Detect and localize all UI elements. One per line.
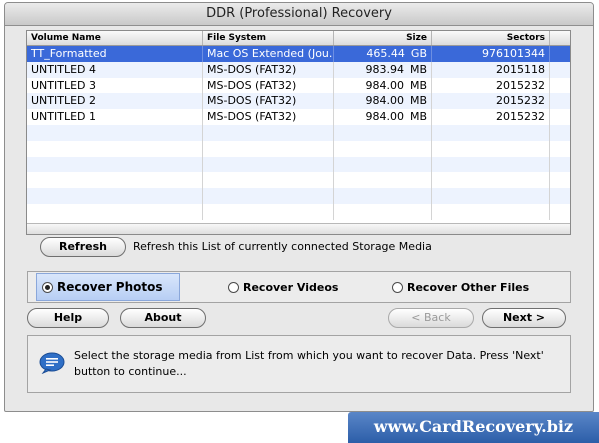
size-value: 983.94 [365,62,404,76]
recovery-type-group: Recover Photos Recover Videos Recover Ot… [27,271,571,303]
empty-row [27,172,570,189]
size-unit: MB [409,110,427,124]
radio-unselected-icon [228,282,239,293]
size-unit: GB [410,47,427,60]
empty-row [27,188,570,204]
column-header-file-system[interactable]: File System [203,31,334,45]
size-unit: MB [409,62,427,76]
cell-sectors: 2015232 [432,93,550,110]
website-banner: www.CardRecovery.biz [348,412,599,443]
help-button[interactable]: Help [27,308,109,328]
cell-file-system: MS-DOS (FAT32) [203,93,334,110]
table-row[interactable]: UNTITLED 4 MS-DOS (FAT32) 983.94 MB 20151… [27,61,570,78]
cell-sectors: 2015232 [432,109,550,125]
cell-size: 465.44 GB [334,46,432,62]
cell-volume-name: UNTITLED 2 [27,93,203,110]
cell-sectors: 2015232 [432,77,550,94]
next-button[interactable]: Next > [482,308,566,328]
empty-row [27,156,570,173]
size-value: 984.00 [365,94,404,108]
horizontal-scrollbar[interactable] [27,223,570,234]
table-row[interactable]: UNTITLED 2 MS-DOS (FAT32) 984.00 MB 20152… [27,93,570,110]
cell-sectors: 976101344 [432,46,550,62]
radio-unselected-icon [392,282,403,293]
table-row[interactable]: UNTITLED 1 MS-DOS (FAT32) 984.00 MB 20152… [27,109,570,125]
recover-photos-label: Recover Photos [57,280,163,294]
table-row[interactable]: UNTITLED 3 MS-DOS (FAT32) 984.00 MB 20152… [27,77,570,94]
cell-volume-name: UNTITLED 1 [27,109,203,125]
size-value: 465.44 [366,47,405,60]
empty-row [27,203,570,220]
recover-photos-radio[interactable]: Recover Photos [42,280,163,294]
column-header-sectors[interactable]: Sectors [432,31,550,45]
main-window: DDR (Professional) Recovery Volume Name … [4,2,594,412]
radio-selected-icon [42,281,53,293]
cell-volume-name: UNTITLED 3 [27,77,203,94]
cell-size: 984.00 MB [334,77,432,94]
refresh-description: Refresh this List of currently connected… [133,240,432,253]
table-row[interactable]: TT_Formatted Mac OS Extended (Jou... 465… [27,46,570,62]
cell-volume-name: UNTITLED 4 [27,61,203,78]
size-value: 984.00 [365,110,404,124]
list-header: Volume Name File System Size Sectors [27,31,570,46]
empty-row [27,124,570,141]
list-rows: TT_Formatted Mac OS Extended (Jou... 465… [27,46,570,220]
size-unit: MB [409,94,427,108]
cell-file-system: MS-DOS (FAT32) [203,77,334,94]
back-button[interactable]: < Back [388,308,474,328]
cell-volume-name: TT_Formatted [27,46,203,62]
speech-bubble-icon [39,352,65,377]
recover-other-files-label: Recover Other Files [407,281,530,294]
cell-sectors: 2015118 [432,61,550,78]
cell-file-system: MS-DOS (FAT32) [203,61,334,78]
recover-videos-label: Recover Videos [243,281,339,294]
column-header-volume-name[interactable]: Volume Name [27,31,203,45]
cell-file-system: MS-DOS (FAT32) [203,109,334,125]
recover-other-files-radio[interactable]: Recover Other Files [392,281,529,294]
window-title: DDR (Professional) Recovery [5,3,593,26]
instruction-text: Select the storage media from List from … [74,349,544,378]
cell-file-system: Mac OS Extended (Jou... [203,46,334,62]
column-header-size[interactable]: Size [334,31,432,45]
storage-media-list[interactable]: Volume Name File System Size Sectors TT_… [26,30,571,235]
empty-row [27,140,570,157]
about-button[interactable]: About [120,308,206,328]
size-unit: MB [409,78,427,92]
refresh-button[interactable]: Refresh [40,237,126,257]
cell-size: 984.00 MB [334,93,432,110]
recover-videos-radio[interactable]: Recover Videos [228,281,338,294]
cell-size: 984.00 MB [334,109,432,125]
size-value: 984.00 [365,78,404,92]
instruction-box: Select the storage media from List from … [27,335,571,393]
cell-size: 983.94 MB [334,61,432,78]
